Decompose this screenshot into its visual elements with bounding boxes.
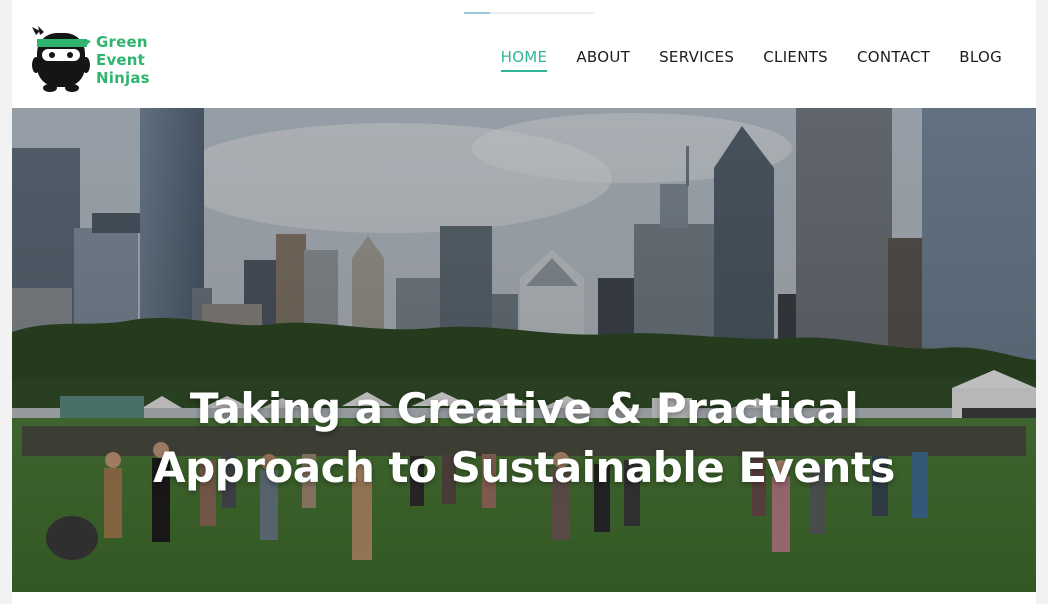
page-loading-bar [464,12,594,14]
nav-item-contact[interactable]: CONTACT [857,48,930,72]
page-loading-bar-fill [464,12,490,14]
festival-crowd-city-skyline-photo [12,108,1036,592]
hero-heading: Taking a Creative & Practical Approach t… [12,379,1036,497]
hero-banner: Taking a Creative & Practical Approach t… [12,108,1036,592]
hero-heading-line1: Taking a Creative & Practical [189,384,859,434]
nav-item-blog[interactable]: BLOG [959,48,1002,72]
brand-name-line3: Ninjas [96,69,150,87]
nav-item-home[interactable]: HOME [500,48,548,72]
page: Green Event Ninjas HOME ABOUT SERVICES C… [12,0,1036,604]
brand-name-line2: Event [96,51,146,69]
brand-logo-link[interactable]: Green Event Ninjas [30,24,170,96]
brand-name-line1: Green [96,33,148,51]
hero-heading-line2: Approach to Sustainable Events [153,443,895,493]
ninja-mascot-icon [32,26,91,92]
site-header: Green Event Ninjas HOME ABOUT SERVICES C… [12,0,1036,108]
brand-name: Green Event Ninjas [96,33,150,87]
nav-item-about[interactable]: ABOUT [576,48,630,72]
main-nav: HOME ABOUT SERVICES CLIENTS CONTACT BLOG [500,48,1002,72]
nav-item-clients[interactable]: CLIENTS [763,48,828,72]
nav-item-services[interactable]: SERVICES [659,48,734,72]
